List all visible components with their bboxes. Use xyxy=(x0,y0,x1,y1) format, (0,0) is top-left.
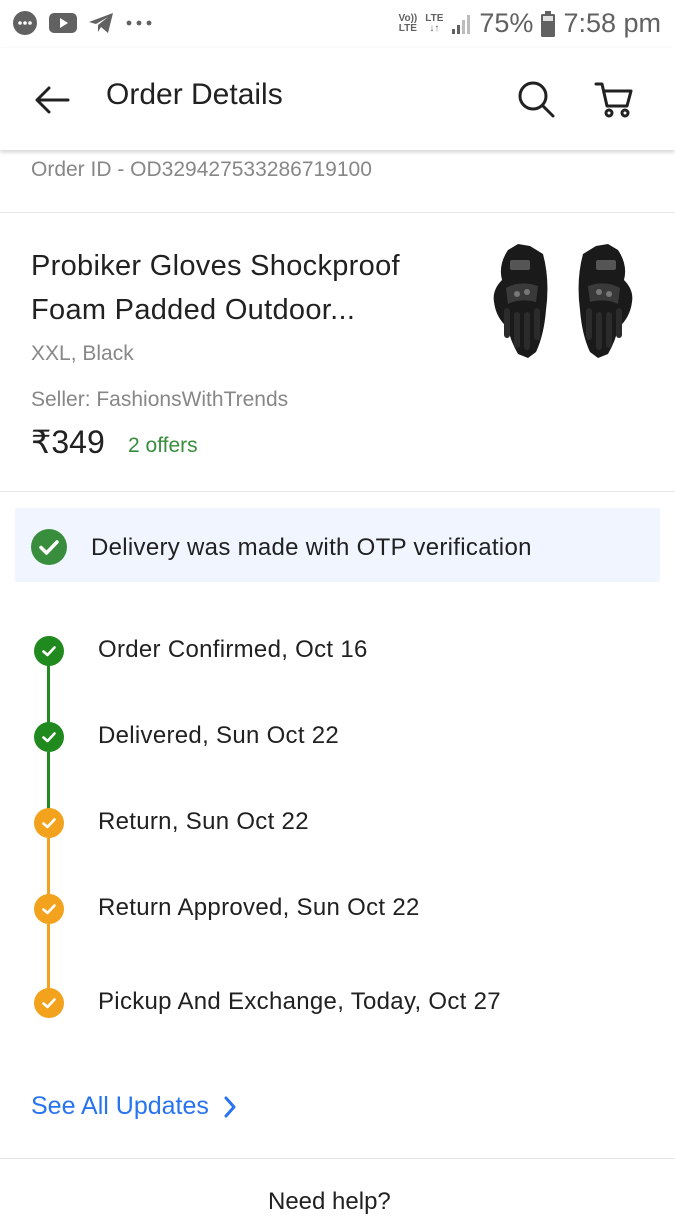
check-circle-icon xyxy=(34,808,64,838)
chat-bubble-icon xyxy=(13,11,37,35)
cart-icon xyxy=(594,82,633,118)
seller-name: Seller: FashionsWithTrends xyxy=(31,388,289,411)
offers-link[interactable]: 2 offers xyxy=(128,434,198,458)
timeline-step-label: Return Approved, Sun Oct 22 xyxy=(98,894,420,921)
check-circle-icon xyxy=(31,529,67,565)
more-notifications-icon xyxy=(126,20,152,26)
gloves-product-image[interactable] xyxy=(488,240,638,362)
signal-icon xyxy=(452,14,471,34)
lte-indicator: LTE ↓↑ xyxy=(425,12,444,34)
timeline-step-label: Pickup And Exchange, Today, Oct 27 xyxy=(98,988,501,1015)
system-status: Vo)) LTE LTE ↓↑ 75% 7:58 pm xyxy=(399,8,661,39)
arrow-left-icon xyxy=(35,86,70,114)
product-variant: XXL, Black xyxy=(31,342,134,365)
see-all-updates-link[interactable]: See All Updates xyxy=(31,1092,237,1121)
check-circle-icon xyxy=(34,894,64,924)
clock: 7:58 pm xyxy=(563,8,661,38)
telegram-icon xyxy=(89,13,113,33)
volte-indicator: Vo)) LTE xyxy=(398,12,418,34)
app-bar: Order Details xyxy=(0,48,675,150)
timeline-step-label: Order Confirmed, Oct 16 xyxy=(98,636,368,663)
divider xyxy=(0,1158,675,1159)
see-all-updates-label: See All Updates xyxy=(31,1092,209,1120)
cart-button[interactable] xyxy=(590,75,638,123)
status-bar: Vo)) LTE LTE ↓↑ 75% 7:58 pm xyxy=(0,0,675,48)
search-icon xyxy=(518,81,555,118)
battery-percent: 75% xyxy=(479,8,534,38)
battery-icon xyxy=(541,10,556,37)
product-name[interactable]: Probiker Gloves Shockproof Foam Padded O… xyxy=(31,244,471,332)
search-button[interactable] xyxy=(512,75,560,123)
timeline-step-label: Return, Sun Oct 22 xyxy=(98,808,309,835)
otp-verification-text: Delivery was made with OTP verification xyxy=(91,534,532,561)
page-title: Order Details xyxy=(106,78,283,111)
product-price: ₹349 xyxy=(31,424,105,460)
need-help-heading: Need help? xyxy=(268,1188,391,1215)
chevron-right-icon xyxy=(224,1096,236,1117)
divider xyxy=(0,212,675,213)
right-glove-shape xyxy=(578,244,633,358)
back-button[interactable] xyxy=(30,78,74,122)
check-circle-icon xyxy=(34,722,64,752)
divider xyxy=(0,491,675,492)
notification-icons xyxy=(12,10,154,36)
check-circle-icon xyxy=(34,988,64,1018)
left-glove-shape xyxy=(493,244,548,358)
youtube-icon xyxy=(49,13,77,33)
timeline-step-label: Delivered, Sun Oct 22 xyxy=(98,722,340,749)
order-id: Order ID - OD329427533286719100 xyxy=(31,158,372,181)
otp-verification-banner: Delivery was made with OTP verification xyxy=(15,508,660,582)
check-circle-icon xyxy=(34,636,64,666)
